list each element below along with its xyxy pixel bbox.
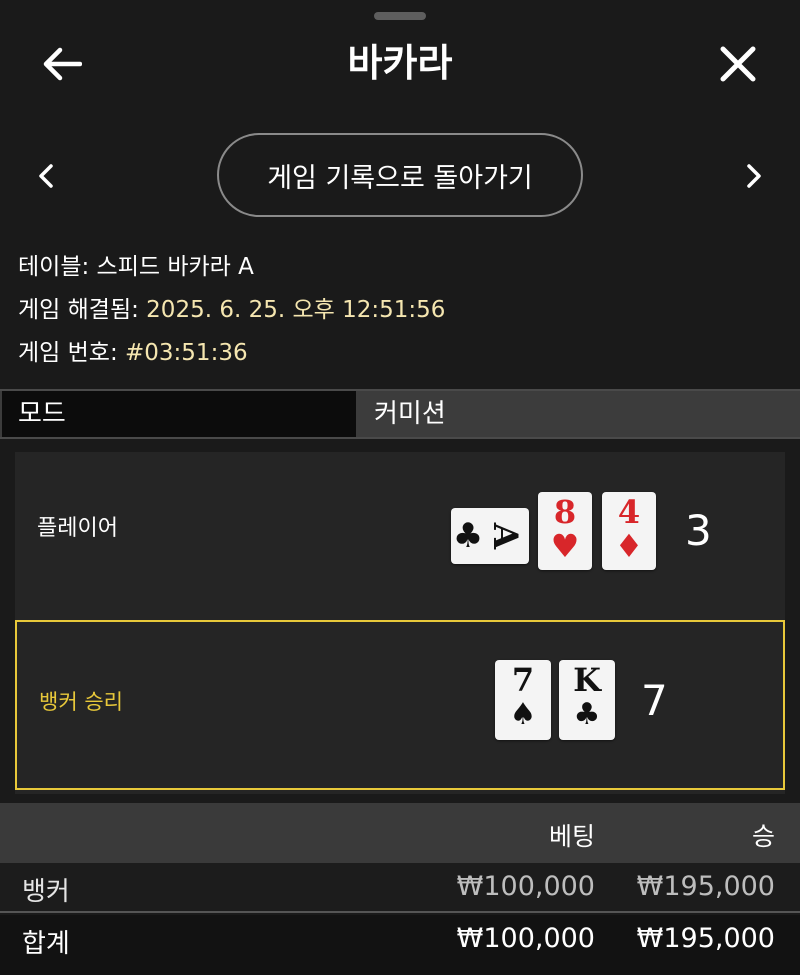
game-info: 테이블: 스피드 바카라 A 게임 해결됨: 2025. 6. 25. 오후 1… <box>18 246 445 375</box>
player-score: 3 <box>685 506 712 555</box>
game-number-info: 게임 번호: #03:51:36 <box>18 332 445 375</box>
bet-column-header: 베팅 <box>548 822 595 851</box>
resolved-label: 게임 해결됨: <box>18 297 147 323</box>
chevron-left-icon <box>39 164 53 188</box>
player-label: 플레이어 <box>37 516 118 541</box>
page-title: 바카라 <box>347 41 453 85</box>
header: 바카라 <box>0 20 800 110</box>
table-label: 테이블: <box>18 254 97 280</box>
table-row: 뱅커 ₩100,000 ₩195,000 <box>0 863 800 913</box>
bet-amount: ₩100,000 <box>456 871 595 902</box>
commission-label: 커미션 <box>358 391 800 437</box>
game-number-label: 게임 번호: <box>18 340 126 366</box>
card-suit: ♥ <box>550 527 580 565</box>
banker-card-2: K ♣ <box>559 660 615 740</box>
resolved-value: 2025. 6. 25. 오후 12:51:56 <box>146 297 446 323</box>
card-rank: 7 <box>511 661 535 699</box>
close-button[interactable] <box>712 40 764 88</box>
card-suit: ♠ <box>509 697 537 732</box>
table-info: 테이블: 스피드 바카라 A <box>18 246 445 289</box>
win-column-header: 승 <box>751 822 775 851</box>
game-number-value: #03:51:36 <box>125 340 248 366</box>
resolved-info: 게임 해결됨: 2025. 6. 25. 오후 12:51:56 <box>18 289 445 332</box>
banker-score: 7 <box>641 676 668 725</box>
player-card-3: 4 ♦ <box>602 492 656 570</box>
back-to-history-button[interactable]: 게임 기록으로 돌아가기 <box>217 133 583 217</box>
player-card-1: ♣ A <box>451 508 529 564</box>
win-amount: ₩195,000 <box>636 871 775 902</box>
player-hand: 플레이어 ♣ A 8 ♥ 4 ♦ 3 <box>15 452 785 620</box>
table-value: 스피드 바카라 A <box>96 254 254 280</box>
card-suit: ♦ <box>614 527 644 565</box>
arrow-left-icon <box>43 47 82 81</box>
total-win-amount: ₩195,000 <box>636 923 775 954</box>
close-icon <box>720 46 756 82</box>
mode-bar: 모드 커미션 <box>0 389 800 439</box>
chevron-right-icon <box>747 164 761 188</box>
card-rank: 8 <box>553 493 577 531</box>
card-rank: 4 <box>617 493 641 531</box>
back-button[interactable] <box>38 42 86 86</box>
card-suit: ♣ <box>573 697 601 732</box>
bets-table-header: 베팅 승 <box>0 803 800 863</box>
total-row: 합계 ₩100,000 ₩195,000 <box>0 915 800 975</box>
card-rank: K <box>573 661 601 699</box>
banker-win-label: 뱅커 승리 <box>39 690 123 714</box>
banker-hand: 뱅커 승리 7 ♠ K ♣ 7 <box>15 620 785 790</box>
bet-type: 뱅커 <box>22 877 70 907</box>
result-panel: 플레이어 ♣ A 8 ♥ 4 ♦ 3 뱅커 승리 7 ♠ K ♣ 7 <box>15 452 785 794</box>
total-bet-amount: ₩100,000 <box>456 923 595 954</box>
player-card-2: 8 ♥ <box>538 492 592 570</box>
previous-game-button[interactable] <box>26 156 66 196</box>
card-rank: A <box>485 522 525 550</box>
next-game-button[interactable] <box>734 156 774 196</box>
mode-label: 모드 <box>2 391 356 437</box>
game-navigation: 게임 기록으로 돌아가기 <box>0 132 800 220</box>
drag-handle[interactable] <box>374 12 426 20</box>
total-label: 합계 <box>22 929 70 959</box>
banker-card-1: 7 ♠ <box>495 660 551 740</box>
